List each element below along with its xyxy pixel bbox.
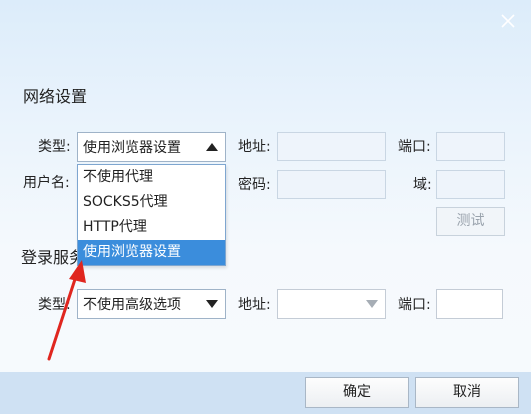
close-icon (501, 14, 515, 28)
proxy-type-label: 类型: (38, 139, 71, 155)
proxy-address-input[interactable] (277, 132, 386, 161)
dropdown-option-no-proxy[interactable]: 不使用代理 (78, 165, 225, 190)
proxy-port-input[interactable] (436, 132, 505, 161)
login-type-value: 不使用高级选项 (83, 297, 181, 313)
dropdown-option-http[interactable]: HTTP代理 (78, 215, 225, 240)
caret-up-icon (199, 133, 225, 161)
proxy-password-input[interactable] (277, 170, 386, 199)
ok-button[interactable]: 确定 (305, 377, 409, 408)
login-type-select[interactable]: 不使用高级选项 (77, 289, 226, 319)
caret-down-icon (359, 290, 385, 318)
login-type-label: 类型: (38, 297, 71, 313)
network-settings-title: 网络设置 (23, 87, 88, 106)
network-settings-dialog: 网络设置 类型: 使用浏览器设置 地址: 端口: 用户名: 密码: 域: 测试 … (0, 0, 531, 414)
login-port-input[interactable] (436, 289, 503, 319)
proxy-password-label: 密码: (238, 177, 271, 193)
test-button[interactable]: 测试 (436, 207, 505, 236)
proxy-address-label: 地址: (238, 139, 271, 155)
close-button[interactable] (497, 10, 519, 32)
cancel-button[interactable]: 取消 (415, 377, 519, 408)
proxy-domain-label: 域: (413, 177, 432, 193)
dropdown-option-browser[interactable]: 使用浏览器设置 (78, 240, 225, 265)
proxy-port-label: 端口: (398, 139, 431, 155)
proxy-type-dropdown: 不使用代理 SOCKS5代理 HTTP代理 使用浏览器设置 (77, 164, 226, 266)
dropdown-option-socks5[interactable]: SOCKS5代理 (78, 190, 225, 215)
proxy-domain-input[interactable] (436, 170, 505, 199)
login-port-label: 端口: (398, 297, 431, 313)
login-address-label: 地址: (238, 297, 271, 313)
login-address-select[interactable] (277, 289, 386, 319)
caret-down-icon (199, 290, 225, 318)
proxy-username-label: 用户名: (23, 175, 70, 191)
proxy-type-value: 使用浏览器设置 (83, 140, 181, 156)
proxy-type-select[interactable]: 使用浏览器设置 (77, 132, 226, 162)
